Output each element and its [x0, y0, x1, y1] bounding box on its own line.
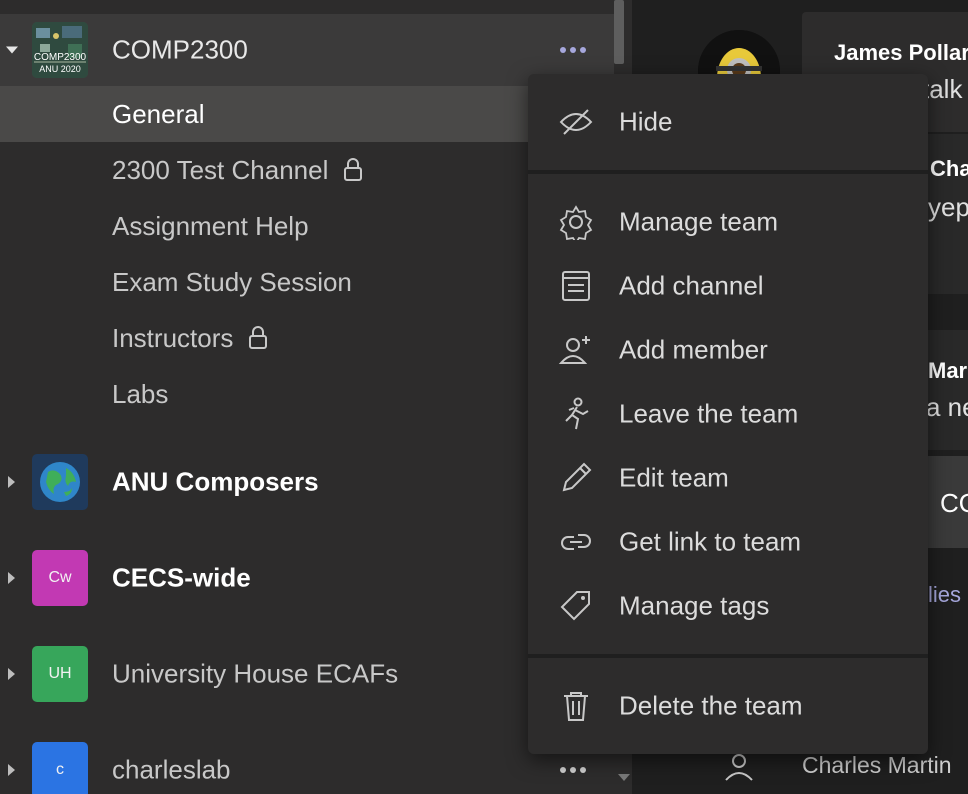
circuit-board-image: COMP2300 ANU 2020 [32, 22, 88, 78]
channel-labs[interactable]: Labs [0, 366, 614, 422]
menu-item-leave-team[interactable]: Leave the team [528, 382, 928, 446]
team-avatar-charleslab: c [32, 742, 88, 794]
leave-icon [565, 397, 589, 430]
channel-general[interactable]: General [0, 86, 614, 142]
channel-label: General [112, 98, 205, 129]
attachment-text: CO [940, 488, 968, 518]
hide-icon [559, 109, 593, 135]
message-author: Mar [928, 358, 968, 383]
more-options-icon[interactable] [560, 47, 586, 53]
gear-icon [559, 205, 593, 240]
menu-item-delete-team[interactable]: Delete the team [528, 674, 928, 738]
message-text: a ne [926, 392, 968, 422]
message-author: James Pollar [834, 40, 968, 65]
menu-label: Manage tags [619, 590, 770, 621]
collapse-caret-icon[interactable] [8, 572, 15, 584]
trash-icon [564, 692, 588, 721]
avatar-initials: c [56, 761, 64, 778]
person-icon [722, 752, 756, 789]
expand-caret-icon[interactable] [6, 46, 18, 54]
team-context-menu: Hide Manage team Add channel Add member [528, 74, 928, 754]
team-comp2300[interactable]: COMP2300 ANU 2020 COMP2300 [0, 14, 614, 86]
link-icon [561, 534, 591, 550]
menu-label: Add member [619, 334, 768, 365]
team-charleslab[interactable]: c charleslab [0, 734, 614, 794]
team-name: charleslab [112, 754, 231, 785]
channel-assignment-help[interactable]: Assignment Help [0, 198, 614, 254]
tag-icon [560, 591, 590, 621]
menu-label: Add channel [619, 270, 764, 301]
pencil-icon [562, 462, 592, 492]
avatar-initials: Cw [48, 569, 72, 586]
globe-icon [32, 454, 88, 510]
team-name: COMP2300 [112, 34, 248, 65]
channel-label: Assignment Help [112, 210, 309, 241]
team-name: University House ECAFs [112, 658, 399, 689]
collapse-caret-icon[interactable] [8, 668, 15, 680]
channel-exam-study[interactable]: Exam Study Session [0, 254, 614, 310]
avatar-initials: UH [48, 665, 72, 682]
channel-label: Instructors [112, 322, 234, 353]
lock-icon [247, 325, 269, 351]
message-author: Cha [930, 156, 968, 181]
menu-item-manage-team[interactable]: Manage team [528, 190, 928, 254]
collapse-caret-icon[interactable] [8, 764, 15, 776]
menu-label: Hide [619, 106, 673, 137]
team-avatar-cecs: Cw [32, 550, 88, 606]
menu-divider [528, 654, 928, 658]
scrollbar-thumb[interactable] [614, 0, 624, 64]
scroll-down-icon[interactable] [618, 774, 630, 781]
team-name: CECS-wide [112, 562, 251, 593]
menu-item-get-link[interactable]: Get link to team [528, 510, 928, 574]
team-name: ANU Composers [112, 466, 319, 497]
menu-label: Manage team [619, 206, 778, 237]
add-channel-icon [562, 271, 590, 301]
menu-divider [528, 170, 928, 174]
team-avatar-uh: UH [32, 646, 88, 702]
add-member-icon [558, 336, 590, 364]
message-text: yep [928, 192, 968, 222]
menu-item-hide[interactable]: Hide [528, 90, 928, 154]
lock-icon [342, 157, 364, 183]
menu-label: Delete the team [619, 690, 803, 721]
menu-label: Leave the team [619, 398, 799, 429]
teams-sidebar: COMP2300 ANU 2020 COMP2300 General 2300 … [0, 0, 614, 794]
menu-item-manage-tags[interactable]: Manage tags [528, 574, 928, 638]
menu-item-add-channel[interactable]: Add channel [528, 254, 928, 318]
channel-instructors[interactable]: Instructors [0, 310, 614, 366]
footer-author: Charles Martin [802, 752, 952, 778]
collapse-caret-icon[interactable] [8, 476, 15, 488]
svg-text:ANU 2020: ANU 2020 [39, 64, 81, 74]
team-cecs-wide[interactable]: Cw CECS-wide [0, 542, 614, 614]
menu-label: Get link to team [619, 526, 802, 557]
svg-text:COMP2300: COMP2300 [34, 52, 87, 63]
team-anu-composers[interactable]: ANU Composers [0, 446, 614, 518]
menu-item-edit-team[interactable]: Edit team [528, 446, 928, 510]
menu-label: Edit team [619, 462, 729, 493]
channel-label: 2300 Test Channel [112, 154, 329, 185]
message-text: talk [922, 74, 963, 104]
channel-label: Labs [112, 378, 169, 409]
channel-label: Exam Study Session [112, 266, 352, 297]
channel-2300-test[interactable]: 2300 Test Channel [0, 142, 614, 198]
menu-item-add-member[interactable]: Add member [528, 318, 928, 382]
team-avatar-comp2300: COMP2300 ANU 2020 [32, 22, 88, 78]
replies-link[interactable]: lies [928, 582, 961, 608]
more-options-icon[interactable] [560, 767, 586, 773]
team-university-house[interactable]: UH University House ECAFs [0, 638, 614, 710]
